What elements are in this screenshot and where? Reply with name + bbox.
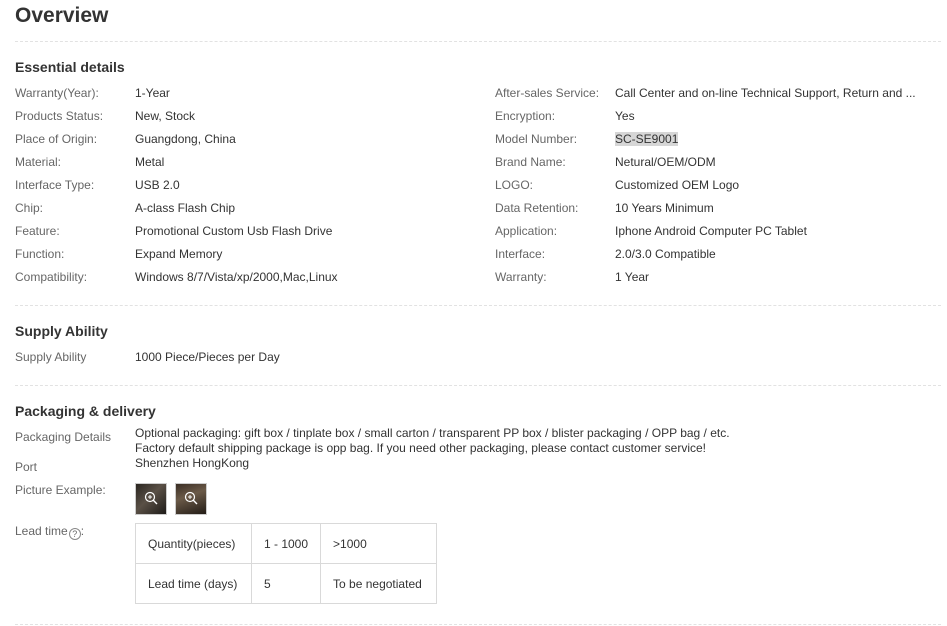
attr-value: Windows 8/7/Vista/xp/2000,Mac,Linux bbox=[135, 270, 338, 284]
attr-label: After-sales Service: bbox=[495, 86, 600, 100]
table-cell: 1 - 1000 bbox=[250, 523, 322, 564]
attr-value: A-class Flash Chip bbox=[135, 201, 236, 215]
attr-value: Metal bbox=[135, 155, 165, 169]
picture-thumbnail[interactable] bbox=[175, 483, 207, 515]
essential-details-title: Essential details bbox=[15, 59, 125, 75]
attr-label: Interface Type: bbox=[15, 178, 95, 192]
divider bbox=[15, 41, 941, 42]
port-label: Port bbox=[15, 460, 38, 474]
table-cell: Lead time (days) bbox=[135, 563, 252, 604]
attr-label: Material: bbox=[15, 155, 62, 169]
attr-value: Iphone Android Computer PC Tablet bbox=[615, 224, 807, 238]
table-cell: Quantity(pieces) bbox=[135, 523, 252, 564]
attr-label: Interface: bbox=[495, 247, 546, 261]
attr-value: 1-Year bbox=[135, 86, 170, 100]
attr-label: Feature: bbox=[15, 224, 60, 238]
table-cell: >1000 bbox=[320, 523, 438, 564]
lead-time-colon: : bbox=[80, 524, 85, 538]
packaging-details-line1: Optional packaging: gift box / tinplate … bbox=[135, 426, 730, 440]
divider bbox=[15, 385, 941, 386]
attr-label: Chip: bbox=[15, 201, 44, 215]
attr-value: Call Center and on-line Technical Suppor… bbox=[615, 86, 916, 100]
attr-label: Model Number: bbox=[495, 132, 578, 146]
attr-value: 1 Year bbox=[615, 270, 650, 284]
attr-value: USB 2.0 bbox=[135, 178, 180, 192]
supply-ability-value: 1000 Piece/Pieces per Day bbox=[135, 350, 280, 364]
attr-value: Netural/OEM/ODM bbox=[615, 155, 716, 169]
attr-label: Warranty(Year): bbox=[15, 86, 99, 100]
attr-value: Promotional Custom Usb Flash Drive bbox=[135, 224, 333, 238]
attr-value: Yes bbox=[615, 109, 635, 123]
help-icon[interactable]: ? bbox=[68, 528, 81, 540]
lead-time-text: Lead time bbox=[15, 524, 68, 538]
table-row: Lead time (days) 5 To be negotiated bbox=[135, 563, 438, 604]
attr-label: Products Status: bbox=[15, 109, 104, 123]
attr-label: Warranty: bbox=[495, 270, 547, 284]
table-cell: 5 bbox=[250, 563, 322, 604]
attr-label: Compatibility: bbox=[15, 270, 88, 284]
divider bbox=[15, 305, 941, 306]
attr-value: 10 Years Minimum bbox=[615, 201, 714, 215]
packaging-delivery-title: Packaging & delivery bbox=[15, 403, 156, 419]
attr-value: Customized OEM Logo bbox=[615, 178, 740, 192]
attr-value: New, Stock bbox=[135, 109, 196, 123]
divider bbox=[15, 624, 941, 625]
picture-example-label: Picture Example: bbox=[15, 483, 106, 497]
zoom-icon bbox=[144, 491, 158, 505]
attr-value: 2.0/3.0 Compatible bbox=[615, 247, 716, 261]
attr-label: LOGO: bbox=[495, 178, 534, 192]
supply-ability-title: Supply Ability bbox=[15, 323, 108, 339]
attr-label: Brand Name: bbox=[495, 155, 566, 169]
lead-time-table: Quantity(pieces) 1 - 1000 >1000 Lead tim… bbox=[135, 523, 438, 604]
table-cell: To be negotiated bbox=[320, 563, 438, 604]
attr-value: Expand Memory bbox=[135, 247, 223, 261]
supply-ability-label: Supply Ability bbox=[15, 350, 87, 364]
packaging-details-line2: Factory default shipping package is opp … bbox=[135, 441, 707, 455]
attr-label: Application: bbox=[495, 224, 558, 238]
table-row: Quantity(pieces) 1 - 1000 >1000 bbox=[135, 523, 438, 564]
picture-thumbnail[interactable] bbox=[135, 483, 167, 515]
attr-label: Place of Origin: bbox=[15, 132, 98, 146]
page-title: Overview bbox=[15, 4, 109, 27]
attr-label: Encryption: bbox=[495, 109, 556, 123]
attr-label: Function: bbox=[15, 247, 65, 261]
model-number-value[interactable]: SC-SE9001 bbox=[615, 132, 679, 146]
attr-label: Data Retention: bbox=[495, 201, 579, 215]
zoom-icon bbox=[184, 491, 198, 505]
port-value: Shenzhen HongKong bbox=[135, 456, 250, 470]
packaging-details-label: Packaging Details bbox=[15, 430, 112, 444]
lead-time-label: Lead time?: bbox=[15, 524, 84, 540]
attr-value: Guangdong, China bbox=[135, 132, 236, 146]
